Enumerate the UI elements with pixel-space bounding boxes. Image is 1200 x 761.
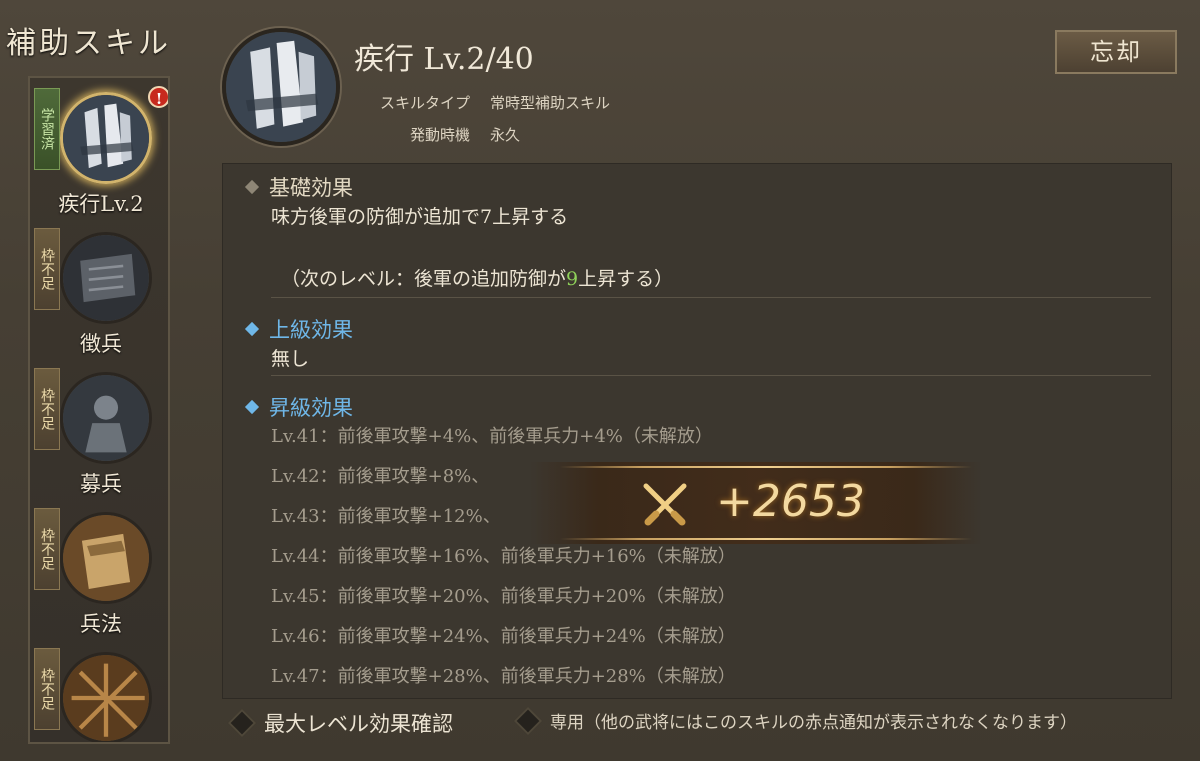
diamond-icon <box>244 321 260 337</box>
skill-slot-shikko[interactable]: 学習済 ! 疾行Lv.2 <box>30 78 168 218</box>
upgrade-level-line: Lv.43：前後軍攻撃+12%、 <box>271 506 501 527</box>
skill-slot-heihou[interactable]: 枠不足 兵法 <box>30 498 168 638</box>
status-tag-learned: 学習済 <box>34 88 60 170</box>
skill-slot-5[interactable]: 枠不足 <box>30 638 168 742</box>
exclusive-note: 専用（他の武将にはこのスキルの赤点通知が表示されなくなります） <box>550 713 1077 733</box>
exclusive-toggle[interactable]: 専用（他の武将にはこのスキルの赤点通知が表示されなくなります） <box>513 706 1077 735</box>
skill-type-label: スキルタイプ <box>379 94 470 112</box>
sidebar-title: 補助スキル <box>6 26 171 61</box>
upgrade-effect-title: 昇級効果 <box>269 396 353 420</box>
checkbox-diamond-icon[interactable] <box>513 706 543 735</box>
upgrade-level-line: Lv.41：前後軍攻撃+4%、前後軍兵力+4%（未解放） <box>271 426 713 447</box>
skill-label: 募兵 <box>80 472 122 496</box>
upgrade-level-line: Lv.42：前後軍攻撃+8%、 <box>271 466 490 487</box>
power-value: +2653 <box>716 476 865 527</box>
skill-label: 兵法 <box>80 612 122 636</box>
advanced-effect-title: 上級効果 <box>269 318 353 342</box>
skill-main-icon <box>222 28 340 146</box>
meta-skill-type: スキルタイプ 常時型補助スキル <box>350 92 610 113</box>
skill-icon-heihou <box>60 512 152 604</box>
upgrade-effect-heading: 昇級効果 <box>244 392 353 422</box>
effect-panel: 基礎効果 味方後軍の防御が追加で7上昇する （次のレベル：後軍の追加防御が9上昇… <box>222 163 1172 699</box>
diamond-icon <box>244 399 260 415</box>
max-level-check-label: 最大レベル効果確認 <box>264 712 453 736</box>
power-popup: +2653 <box>530 462 982 544</box>
basic-effect-text: 味方後軍の防御が追加で7上昇する <box>271 206 569 228</box>
divider <box>271 375 1151 376</box>
diamond-icon <box>244 179 260 195</box>
status-tag-insufficient: 枠不足 <box>34 368 60 450</box>
trigger-label: 発動時機 <box>409 126 470 144</box>
basic-effect-heading: 基礎効果 <box>244 172 353 202</box>
upgrade-level-line: Lv.44：前後軍攻撃+16%、前後軍兵力+16%（未解放） <box>271 546 736 567</box>
meta-trigger: 発動時機 永久 <box>350 124 520 145</box>
skill-slot-choubei[interactable]: 枠不足 徴兵 <box>30 218 168 358</box>
next-level-value: 9 <box>566 268 579 290</box>
upgrade-level-line: Lv.45：前後軍攻撃+20%、前後軍兵力+20%（未解放） <box>271 586 736 607</box>
forget-button[interactable]: 忘却 <box>1055 30 1177 74</box>
trigger-value: 永久 <box>490 126 521 144</box>
advanced-effect-text: 無し <box>271 348 310 370</box>
skill-label: 疾行Lv.2 <box>58 192 144 216</box>
max-level-check[interactable]: 最大レベル効果確認 <box>227 708 453 738</box>
next-level-suffix: 上昇する） <box>578 268 674 290</box>
next-level-text: （次のレベル：後軍の追加防御が9上昇する） <box>281 264 673 291</box>
skill-type-value: 常時型補助スキル <box>490 94 611 112</box>
skill-icon-bohei <box>60 372 152 464</box>
skill-sidebar: 学習済 ! 疾行Lv.2 枠不足 徴兵 枠不足 募兵 枠不足 兵法 枠不足 <box>28 76 170 744</box>
popup-border-top <box>560 466 972 468</box>
upgrade-level-line: Lv.46：前後軍攻撃+24%、前後軍兵力+24%（未解放） <box>271 626 736 647</box>
status-tag-insufficient: 枠不足 <box>34 228 60 310</box>
skill-icon-shikko <box>60 92 152 184</box>
skill-label: 徴兵 <box>80 332 122 356</box>
upgrade-level-line: Lv.47：前後軍攻撃+28%、前後軍兵力+28%（未解放） <box>271 666 736 687</box>
popup-border-bottom <box>560 538 972 540</box>
skill-icon-choubei <box>60 232 152 324</box>
next-level-prefix: （次のレベル：後軍の追加防御が <box>281 268 567 290</box>
crossed-swords-icon <box>643 483 687 526</box>
checkbox-diamond-icon[interactable] <box>227 708 257 738</box>
skill-icon-5 <box>60 652 152 742</box>
basic-effect-title: 基礎効果 <box>269 176 353 200</box>
status-tag-insufficient: 枠不足 <box>34 508 60 590</box>
skill-slot-bohei[interactable]: 枠不足 募兵 <box>30 358 168 498</box>
divider <box>271 297 1151 298</box>
alert-badge: ! <box>148 86 168 108</box>
status-tag-insufficient: 枠不足 <box>34 648 60 730</box>
skill-title: 疾行 Lv.2/40 <box>354 42 534 77</box>
advanced-effect-heading: 上級効果 <box>244 314 353 344</box>
